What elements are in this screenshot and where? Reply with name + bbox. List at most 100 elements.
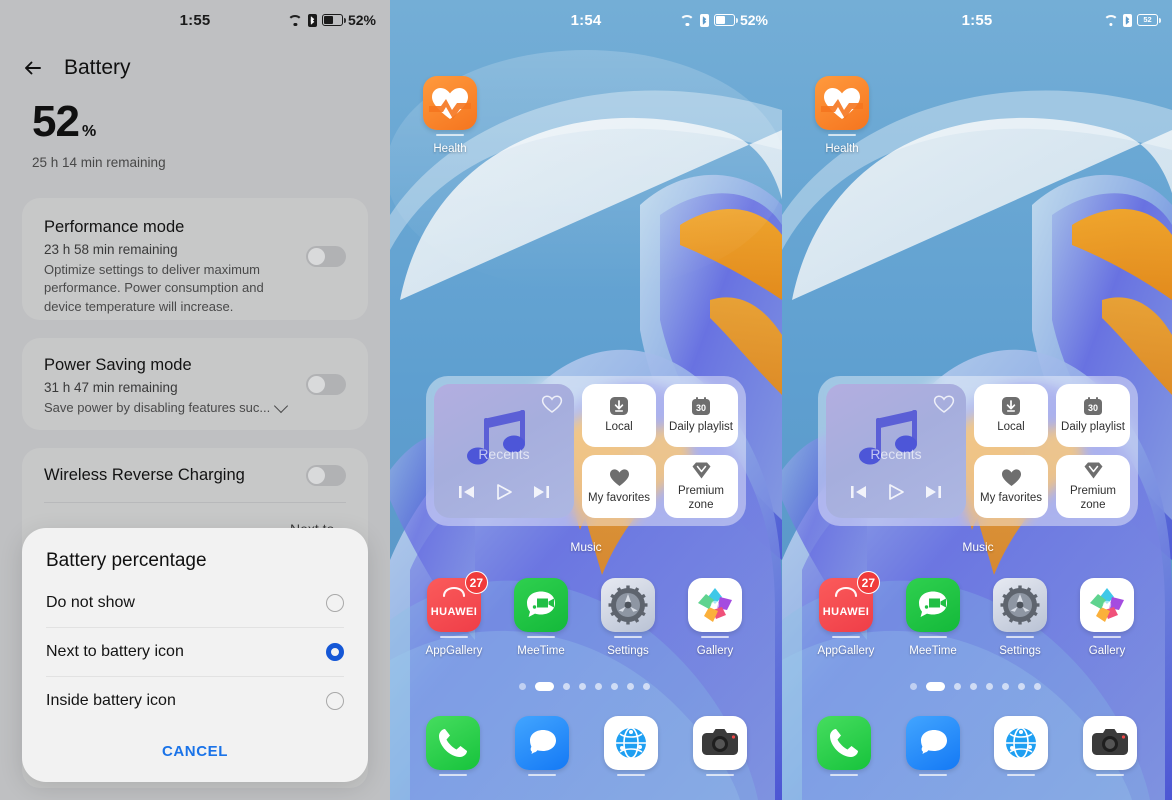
app-health[interactable]: Health bbox=[414, 76, 486, 155]
gallery-icon bbox=[688, 578, 742, 632]
app-label: MeeTime bbox=[909, 645, 957, 657]
dialog-title: Battery percentage bbox=[46, 550, 207, 571]
widget-tile-local[interactable]: Local bbox=[974, 384, 1048, 447]
browser-globe-icon bbox=[994, 716, 1049, 770]
radio-button-selected[interactable] bbox=[326, 643, 344, 661]
download-icon bbox=[1002, 397, 1020, 416]
app-appgallery[interactable]: HUAWEI 27 AppGallery bbox=[810, 571, 882, 657]
widget-tile-label: Local bbox=[997, 421, 1025, 434]
radio-button[interactable] bbox=[326, 692, 344, 710]
dock-app-browser[interactable] bbox=[600, 716, 662, 776]
battery-percent-label: 52% bbox=[739, 12, 768, 28]
panel-home-screen-inside-icon: 1:55 52 Health Recents Local 30 Daily pl… bbox=[782, 0, 1172, 800]
dock-app-messages[interactable] bbox=[511, 716, 573, 776]
music-widget[interactable]: Recents Local 30 Daily playlist My favor… bbox=[818, 376, 1138, 526]
page-dot[interactable] bbox=[986, 683, 993, 690]
cancel-button[interactable]: CANCEL bbox=[22, 725, 368, 774]
dock-app-messages[interactable] bbox=[902, 716, 964, 776]
wifi-icon bbox=[679, 14, 695, 26]
widget-album-art[interactable]: Recents bbox=[826, 384, 966, 518]
widget-tile-daily-playlist[interactable]: 30 Daily playlist bbox=[1056, 384, 1130, 447]
app-underline bbox=[828, 134, 856, 136]
app-underline bbox=[527, 774, 556, 776]
dialog-option-inside-battery-icon[interactable]: Inside battery icon bbox=[46, 676, 344, 725]
widget-tile-local[interactable]: Local bbox=[582, 384, 656, 447]
page-indicator[interactable] bbox=[519, 682, 650, 691]
page-dot[interactable] bbox=[970, 683, 977, 690]
appgallery-icon: HUAWEI 27 bbox=[819, 571, 880, 632]
widget-tile-grid: Local 30 Daily playlist My favorites Pre… bbox=[974, 384, 1130, 518]
page-dot[interactable] bbox=[1034, 683, 1041, 690]
widget-tile-premium-zone[interactable]: Premium zone bbox=[1056, 455, 1130, 518]
app-settings[interactable]: Settings bbox=[984, 578, 1056, 657]
app-underline bbox=[1007, 774, 1036, 776]
play-icon[interactable] bbox=[887, 483, 905, 506]
widget-tile-label: My favorites bbox=[588, 491, 650, 504]
dock-app-camera[interactable] bbox=[689, 716, 751, 776]
radio-button[interactable] bbox=[326, 593, 344, 612]
next-track-icon[interactable] bbox=[923, 484, 943, 505]
phone-icon bbox=[425, 716, 480, 770]
page-dot[interactable] bbox=[563, 683, 570, 690]
heart-outline-icon[interactable] bbox=[933, 394, 955, 414]
widget-album-art[interactable]: Recents bbox=[434, 384, 574, 518]
messages-icon bbox=[514, 716, 569, 770]
widget-tile-daily-playlist[interactable]: 30 Daily playlist bbox=[664, 384, 738, 447]
widget-tile-premium-zone[interactable]: Premium zone bbox=[664, 455, 738, 518]
app-meetime[interactable]: MeeTime bbox=[505, 578, 577, 657]
page-dot[interactable] bbox=[611, 683, 618, 690]
music-widget-label: Music bbox=[570, 540, 602, 554]
page-dot[interactable] bbox=[627, 683, 634, 690]
panel-home-screen-next-to-icon: 1:54 52% Health Recents Local 30 Daily p… bbox=[390, 0, 782, 800]
app-underline bbox=[438, 774, 467, 776]
svg-text:30: 30 bbox=[1088, 403, 1098, 413]
page-dot-home[interactable] bbox=[519, 683, 526, 690]
page-dot[interactable] bbox=[579, 683, 586, 690]
dock-app-browser[interactable] bbox=[990, 716, 1052, 776]
previous-track-icon[interactable] bbox=[457, 484, 477, 505]
status-bar-right: 1:55 52 bbox=[782, 0, 1172, 40]
settings-gear-icon bbox=[993, 578, 1047, 632]
page-dot[interactable] bbox=[954, 683, 961, 690]
page-dot-home[interactable] bbox=[910, 683, 917, 690]
page-dot[interactable] bbox=[643, 683, 650, 690]
screenshot-stage: 1:55 52% Battery 52% 25 h 14 min remaini… bbox=[0, 0, 1172, 800]
app-meetime[interactable]: MeeTime bbox=[897, 578, 969, 657]
widget-controls bbox=[826, 483, 966, 506]
page-dot[interactable] bbox=[595, 683, 602, 690]
app-gallery[interactable]: Gallery bbox=[1071, 578, 1143, 657]
camera-icon bbox=[692, 716, 747, 770]
play-icon[interactable] bbox=[495, 483, 513, 506]
next-track-icon[interactable] bbox=[531, 484, 551, 505]
panel-battery-settings: 1:55 52% Battery 52% 25 h 14 min remaini… bbox=[0, 0, 390, 800]
dock-app-phone[interactable] bbox=[422, 716, 484, 776]
dock-app-phone[interactable] bbox=[813, 716, 875, 776]
app-label: Health bbox=[825, 143, 859, 155]
option-label: Do not show bbox=[46, 593, 135, 611]
battery-icon-with-percent: 52 bbox=[1137, 14, 1161, 26]
page-dot[interactable] bbox=[1018, 683, 1025, 690]
health-icon bbox=[815, 76, 869, 130]
previous-track-icon[interactable] bbox=[849, 484, 869, 505]
bluetooth-icon bbox=[699, 13, 709, 27]
dock-app-camera[interactable] bbox=[1079, 716, 1141, 776]
widget-tile-grid: Local 30 Daily playlist My favorites Pre… bbox=[582, 384, 738, 518]
widget-tile-my-favorites[interactable]: My favorites bbox=[974, 455, 1048, 518]
app-appgallery[interactable]: HUAWEI 27 AppGallery bbox=[418, 571, 490, 657]
app-settings[interactable]: Settings bbox=[592, 578, 664, 657]
option-label: Inside battery icon bbox=[46, 692, 176, 709]
app-health[interactable]: Health bbox=[806, 76, 878, 155]
widget-tile-my-favorites[interactable]: My favorites bbox=[582, 455, 656, 518]
page-dot[interactable] bbox=[1002, 683, 1009, 690]
dialog-option-next-to-battery-icon[interactable]: Next to battery icon bbox=[46, 627, 344, 676]
app-gallery[interactable]: Gallery bbox=[679, 578, 751, 657]
app-underline bbox=[918, 774, 947, 776]
page-dot-active[interactable] bbox=[535, 682, 554, 691]
health-icon bbox=[423, 76, 477, 130]
page-dot-active[interactable] bbox=[926, 682, 945, 691]
music-widget[interactable]: Recents Local 30 Daily playlist My favor… bbox=[426, 376, 746, 526]
heart-outline-icon[interactable] bbox=[541, 394, 563, 414]
page-indicator[interactable] bbox=[910, 682, 1041, 691]
dialog-option-do-not-show[interactable]: Do not show bbox=[46, 578, 344, 627]
meetime-icon bbox=[514, 578, 568, 632]
